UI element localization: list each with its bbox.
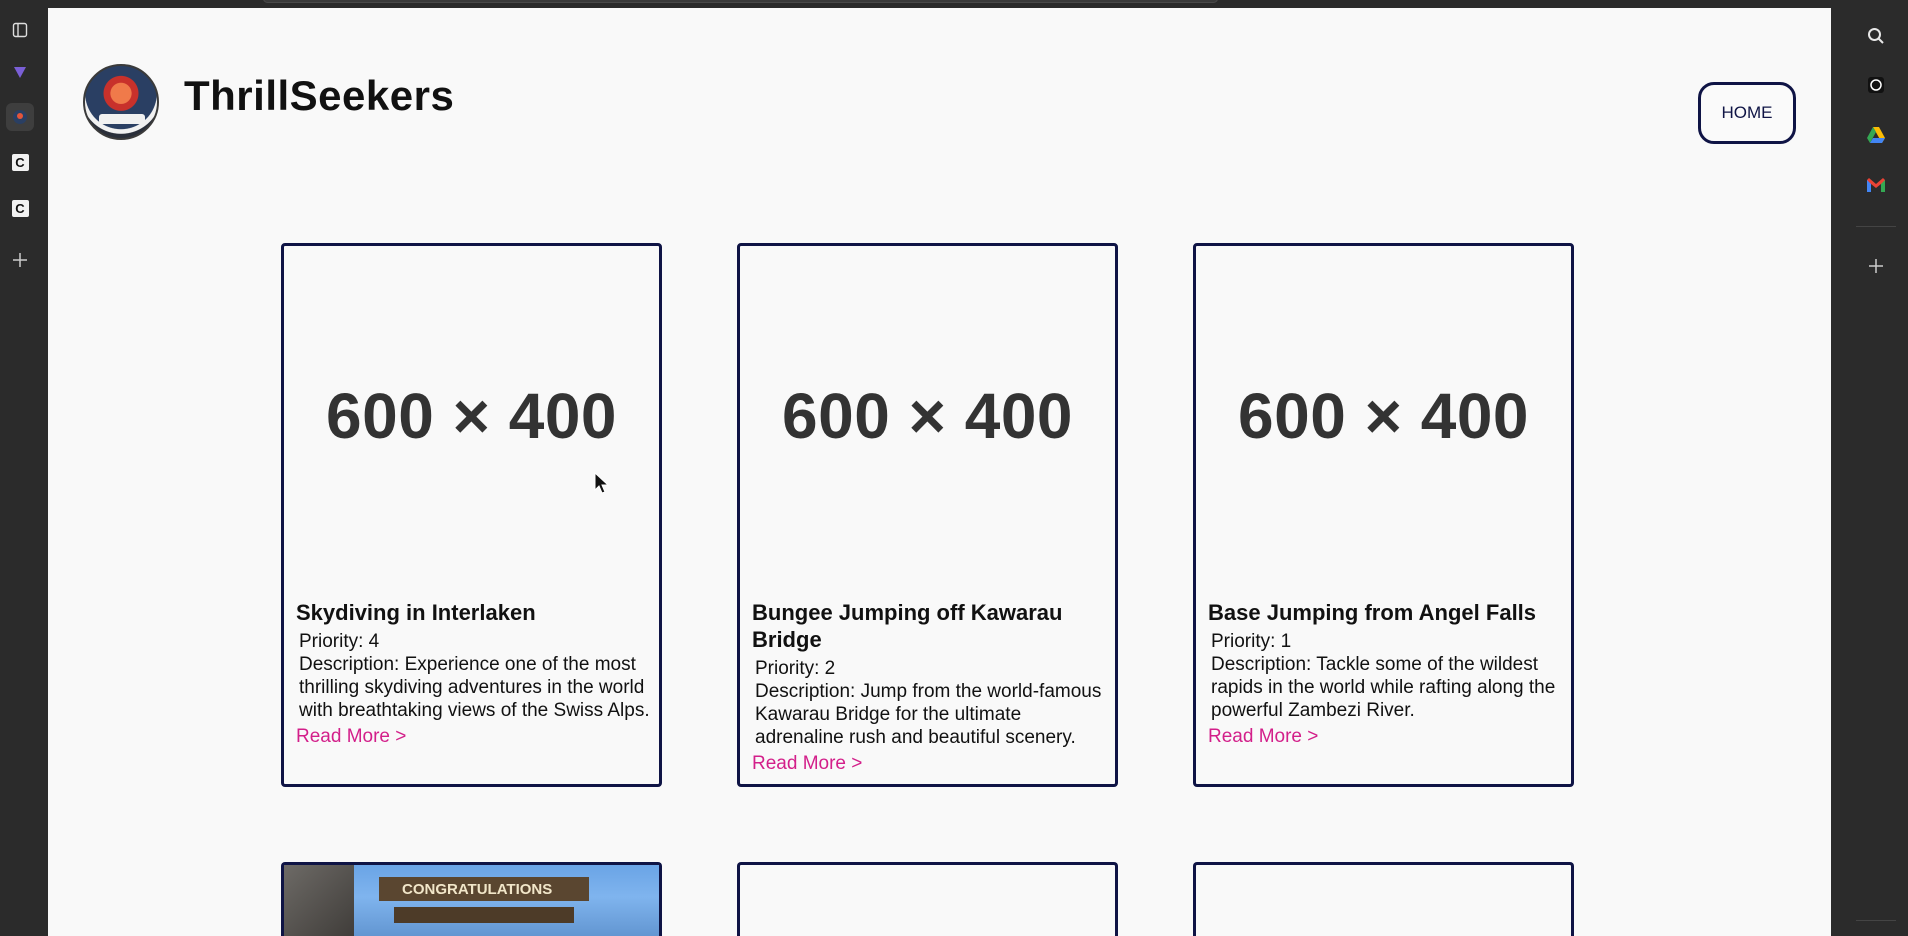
gmail-icon[interactable] <box>1862 171 1890 199</box>
card-title: Skydiving in Interlaken <box>296 600 536 625</box>
adventure-card: 600 × 400 Skydiving in Interlaken Priori… <box>281 243 662 787</box>
thrillseekers-tab-icon[interactable] <box>6 103 34 131</box>
card-body: Skydiving in Interlaken Priority: 4 Desc… <box>296 599 656 750</box>
vivaldi-icon[interactable] <box>6 58 34 86</box>
card-image-placeholder: 600 × 400 <box>1238 380 1529 452</box>
mouse-cursor-icon <box>594 472 610 494</box>
chatgpt-icon[interactable] <box>1862 71 1890 99</box>
card-title: Bungee Jumping off Kawarau Bridge <box>752 600 1063 652</box>
address-bar[interactable] <box>263 0 1218 3</box>
c-tab-icon[interactable]: C <box>6 194 34 222</box>
adventure-card <box>1193 862 1574 936</box>
adventure-card: CONGRATULATIONS <box>281 862 662 936</box>
card-description: Description: Jump from the world-famous … <box>755 681 1102 748</box>
read-more-link[interactable]: Read More > <box>296 724 656 750</box>
site-title: ThrillSeekers <box>184 72 455 119</box>
photo-rock <box>284 865 354 936</box>
card-image-placeholder: 600 × 400 <box>326 380 617 452</box>
card-priority: Priority: 1 <box>1211 631 1292 652</box>
page-viewport: ThrillSeekers HOME 600 × 400 Skydiving i… <box>48 8 1831 936</box>
read-more-link[interactable]: Read More > <box>752 751 1112 777</box>
read-more-link[interactable]: Read More > <box>1208 724 1568 750</box>
card-photo: CONGRATULATIONS <box>284 865 659 936</box>
search-icon[interactable] <box>1862 22 1890 50</box>
sidebar-toggle-icon[interactable] <box>6 16 34 44</box>
home-button[interactable]: HOME <box>1698 82 1796 144</box>
adventure-card <box>737 862 1118 936</box>
card-priority: Priority: 4 <box>299 631 380 652</box>
browser-left-rail: C C <box>0 0 48 936</box>
card-body: Bungee Jumping off Kawarau Bridge Priori… <box>752 599 1112 777</box>
photo-sign-lower <box>394 907 574 923</box>
card-description: Description: Experience one of the most … <box>299 654 650 721</box>
card-priority: Priority: 2 <box>755 658 836 679</box>
adventure-card: 600 × 400 Bungee Jumping off Kawarau Bri… <box>737 243 1118 787</box>
card-image-placeholder: 600 × 400 <box>782 380 1073 452</box>
site-logo[interactable] <box>83 64 159 140</box>
side-divider <box>1856 920 1896 921</box>
adventure-card: 600 × 400 Base Jumping from Angel Falls … <box>1193 243 1574 787</box>
card-description: Description: Tackle some of the wildest … <box>1211 654 1556 721</box>
c-tab-icon[interactable]: C <box>6 148 34 176</box>
browser-top-strip <box>48 0 1832 8</box>
card-title: Base Jumping from Angel Falls <box>1208 600 1537 625</box>
card-body: Base Jumping from Angel Falls Priority: … <box>1208 599 1568 750</box>
site-header: ThrillSeekers HOME <box>48 8 1831 158</box>
add-panel-icon[interactable] <box>1862 252 1890 280</box>
add-tab-icon[interactable] <box>6 246 34 274</box>
logo-band <box>99 114 145 124</box>
photo-sign-text: CONGRATULATIONS <box>402 881 553 898</box>
google-drive-icon[interactable] <box>1862 121 1890 149</box>
side-divider <box>1856 226 1896 227</box>
